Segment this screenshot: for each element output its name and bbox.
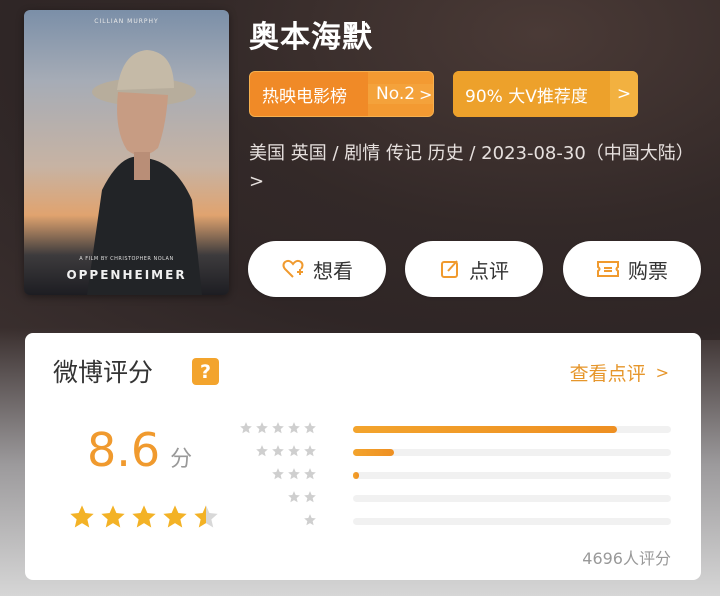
star-icon bbox=[132, 505, 156, 528]
score-unit: 分 bbox=[170, 447, 193, 472]
star-icon bbox=[288, 468, 300, 480]
rating-distribution-row bbox=[256, 444, 675, 460]
star-icon bbox=[256, 422, 268, 434]
row-stars bbox=[237, 421, 317, 435]
distribution-bar-track bbox=[353, 426, 671, 433]
row-stars bbox=[253, 444, 317, 458]
chevron-right-icon: > bbox=[419, 84, 433, 104]
star-icon bbox=[304, 422, 316, 434]
star-icon bbox=[304, 491, 316, 503]
recommendation-tag[interactable]: 90% 大V推荐度 > bbox=[453, 71, 638, 117]
row-stars bbox=[285, 490, 317, 504]
distribution-bar-fill bbox=[353, 472, 360, 479]
want-label: 想看 bbox=[313, 258, 353, 283]
heart-plus-icon bbox=[282, 259, 304, 278]
view-reviews-label: 查看点评 bbox=[569, 363, 646, 385]
star-icon bbox=[272, 468, 284, 480]
star-icon bbox=[304, 514, 316, 526]
rank-label: 热映电影榜 bbox=[250, 72, 368, 116]
star-icon bbox=[272, 422, 284, 434]
help-icon[interactable]: ? bbox=[192, 358, 219, 385]
star-icon bbox=[288, 445, 300, 457]
star-icon bbox=[256, 445, 268, 457]
star-icon bbox=[70, 505, 94, 528]
movie-title: 奥本海默 bbox=[249, 20, 373, 55]
distribution-bar-fill bbox=[353, 449, 395, 456]
star-icon bbox=[288, 422, 300, 434]
want-to-watch-button[interactable]: 想看 bbox=[248, 241, 386, 297]
score-stars bbox=[68, 503, 223, 531]
rating-score: 8.6 分 bbox=[87, 423, 192, 477]
rating-count: 4696人评分 bbox=[582, 549, 671, 568]
recommendation-label: 90% 大V推荐度 bbox=[453, 71, 610, 117]
score-value: 8.6 bbox=[87, 423, 161, 477]
chevron-right-icon: > bbox=[610, 71, 638, 117]
poster-credit: A FILM BY CHRISTOPHER NOLAN bbox=[79, 256, 174, 262]
review-button[interactable]: 点评 bbox=[405, 241, 543, 297]
rank-value: No.2 bbox=[376, 84, 416, 104]
edit-icon bbox=[441, 260, 458, 278]
ticket-icon bbox=[597, 261, 619, 277]
row-stars bbox=[269, 467, 317, 481]
star-icon bbox=[194, 505, 218, 528]
rank-value-wrap: No.2 > bbox=[368, 84, 433, 104]
row-stars bbox=[301, 513, 317, 527]
distribution-bar-track bbox=[353, 472, 671, 479]
distribution-bar-fill bbox=[353, 426, 617, 433]
review-label: 点评 bbox=[469, 258, 509, 283]
star-icon bbox=[163, 505, 187, 528]
star-icon bbox=[288, 491, 300, 503]
star-icon bbox=[304, 468, 316, 480]
rating-title: 微博评分 bbox=[53, 358, 154, 387]
distribution-bar-track bbox=[353, 495, 671, 502]
view-reviews-link[interactable]: 查看点评 > bbox=[570, 359, 669, 386]
distribution-bar-track bbox=[353, 518, 671, 525]
star-icon bbox=[304, 445, 316, 457]
rating-distribution-row bbox=[265, 490, 675, 506]
star-icon bbox=[272, 445, 284, 457]
star-icon bbox=[240, 422, 252, 434]
chevron-right-icon: > bbox=[655, 363, 669, 382]
rating-distribution-row bbox=[265, 467, 675, 483]
weibo-rating-card: 微博评分 ? 查看点评 > 8.6 分 4696人评分 bbox=[25, 333, 701, 580]
movie-meta-info[interactable]: 美国 英国 / 剧情 传记 历史 / 2023-08-30（中国大陆） > bbox=[249, 140, 699, 196]
ticket-label: 购票 bbox=[628, 258, 668, 283]
poster-title: OPPENHEIMER bbox=[66, 268, 187, 282]
rating-distribution-row bbox=[240, 421, 675, 437]
buy-ticket-button[interactable]: 购票 bbox=[563, 241, 701, 297]
rating-distribution-row bbox=[265, 513, 675, 529]
poster-actor-name: CILLIAN MURPHY bbox=[94, 18, 159, 25]
hot-movie-rank-tag[interactable]: 热映电影榜 No.2 > bbox=[249, 71, 434, 117]
distribution-bar-track bbox=[353, 449, 671, 456]
star-icon bbox=[101, 505, 125, 528]
movie-poster[interactable]: CILLIAN MURPHY A FILM BY CHRISTOPHER NOL… bbox=[24, 10, 229, 295]
